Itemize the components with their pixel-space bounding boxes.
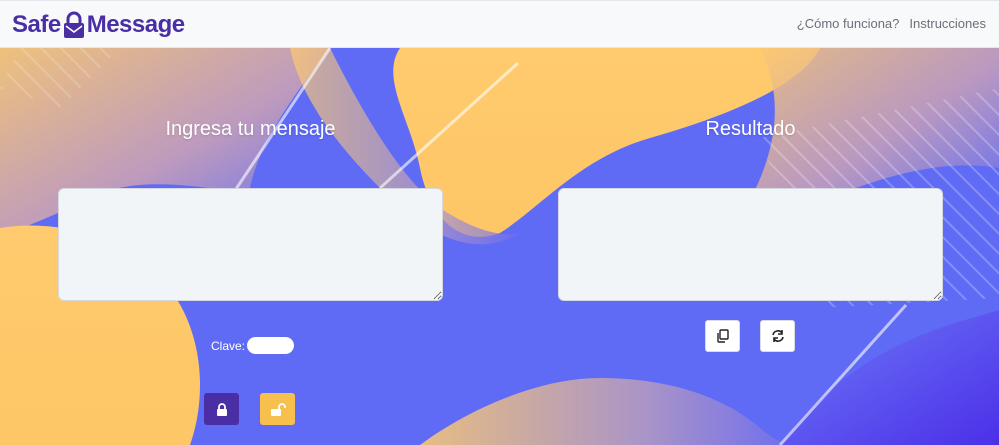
key-label: Clave: [211,338,246,353]
copy-button[interactable] [705,320,740,352]
result-section-title: Resultado [705,118,796,140]
hero-section: Ingresa tu mensaje Clave: Resultado [0,48,999,445]
brand-logo[interactable]: Safe Message [12,9,185,41]
copy-icon [717,329,729,343]
refresh-icon [771,330,784,342]
encrypt-button[interactable] [204,393,239,425]
navbar: Safe Message ¿Cómo funciona? Instruccion… [0,0,999,48]
nav-instructions-link[interactable]: Instrucciones [909,16,986,31]
nav-how-it-works-link[interactable]: ¿Cómo funciona? [797,16,900,31]
key-row: Clave: [211,337,295,354]
result-output[interactable] [558,188,943,301]
input-section-title: Ingresa tu mensaje [165,118,336,140]
lock-icon [216,402,227,416]
key-input[interactable] [247,337,295,354]
nav-links: ¿Cómo funciona? Instrucciones [797,16,986,31]
brand-name-part2: Message [86,11,185,38]
lock-logo-icon [63,11,84,38]
brand-name-part1: Safe [12,11,61,38]
unlock-icon [270,402,286,416]
refresh-button[interactable] [760,320,795,352]
message-input[interactable] [58,188,443,301]
decrypt-button[interactable] [260,393,295,425]
